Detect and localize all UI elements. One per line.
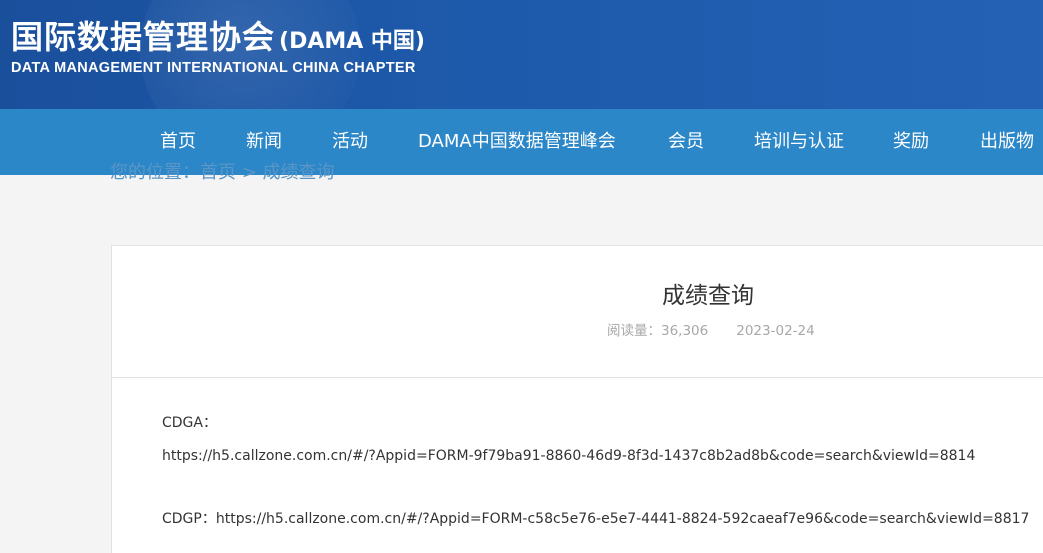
- article-meta: 阅读量：36,306 2023-02-24: [607, 319, 815, 339]
- nav-item-members[interactable]: 会员: [668, 109, 704, 175]
- nav-item-training[interactable]: 培训与认证: [754, 109, 844, 175]
- cdga-link[interactable]: https://h5.callzone.com.cn/#/?Appid=FORM…: [162, 448, 975, 464]
- cdgp-label: CDGP：: [162, 511, 216, 527]
- publish-date: 2023-02-24: [736, 323, 815, 339]
- cdga-label: CDGA：: [162, 415, 217, 431]
- cdga-link-line: https://h5.callzone.com.cn/#/?Appid=FORM…: [162, 448, 975, 464]
- cdgp-line: CDGP：https://h5.callzone.com.cn/#/?Appid…: [162, 508, 1029, 528]
- nav-item-awards[interactable]: 奖励: [893, 109, 929, 175]
- nav-item-summit[interactable]: DAMA中国数据管理峰会: [418, 109, 616, 175]
- cdgp-link[interactable]: https://h5.callzone.com.cn/#/?Appid=FORM…: [216, 511, 1030, 527]
- article-title: 成绩查询: [662, 283, 754, 309]
- read-count-label: 阅读量：: [607, 323, 661, 339]
- site-title-tag: (DAMA 中国): [279, 29, 425, 54]
- breadcrumb-text: 您的位置：首页 > 成绩查询: [110, 162, 335, 180]
- site-title[interactable]: 国际数据管理协会 (DAMA 中国): [11, 12, 425, 58]
- site-subtitle: DATA MANAGEMENT INTERNATIONAL CHINA CHAP…: [11, 60, 416, 76]
- nav-item-events[interactable]: 活动: [332, 109, 368, 175]
- nav-item-publications[interactable]: 出版物: [980, 109, 1034, 175]
- site-title-cn: 国际数据管理协会: [11, 18, 276, 56]
- breadcrumb: 您的位置：首页 > 成绩查询: [110, 160, 335, 180]
- site-header: 国际数据管理协会 (DAMA 中国) DATA MANAGEMENT INTERN…: [0, 0, 1043, 109]
- read-count: 36,306: [661, 323, 709, 339]
- article-card: 成绩查询 阅读量：36,306 2023-02-24 CDGA： https://…: [111, 245, 1043, 553]
- article-header: 成绩查询 阅读量：36,306 2023-02-24: [112, 246, 1043, 378]
